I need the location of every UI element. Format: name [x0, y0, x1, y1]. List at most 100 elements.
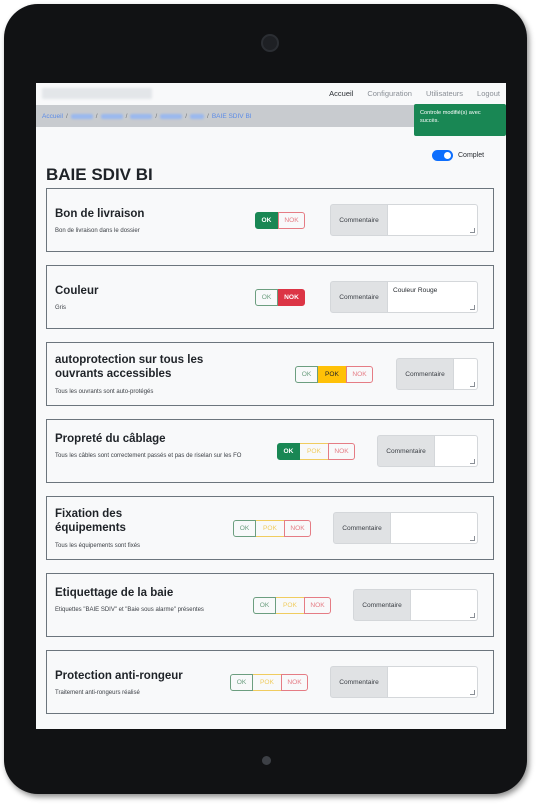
- status-button-group: OK NOK: [255, 289, 305, 306]
- resize-handle-icon[interactable]: [470, 305, 475, 310]
- breadcrumb-item-current: BAIE SDIV BI: [211, 112, 252, 120]
- switch-toggle[interactable]: [432, 150, 453, 161]
- success-toast: Controle modifié(s) avec succès.: [414, 104, 506, 136]
- check-title: autoprotection sur tous les ouvrants acc…: [55, 354, 204, 380]
- resize-handle-icon[interactable]: [470, 459, 475, 464]
- comment-textarea[interactable]: [411, 589, 478, 621]
- nok-button[interactable]: NOK: [284, 520, 311, 537]
- check-title: Protection anti-rongeur: [55, 670, 183, 682]
- comment-textarea[interactable]: [454, 358, 478, 390]
- status-button-group: OK NOK: [255, 212, 305, 229]
- ok-button[interactable]: OK: [295, 366, 318, 383]
- pok-button[interactable]: POK: [256, 520, 284, 537]
- check-title: Fixation des équipements: [55, 508, 126, 534]
- comment-label: Commentaire: [330, 666, 388, 698]
- nav-link-utilisateurs[interactable]: Utilisateurs: [426, 89, 463, 98]
- comment-field: Commentaire: [396, 358, 478, 390]
- check-card-bon-de-livraison: Bon de livraison Bon de livraison dans l…: [46, 188, 494, 252]
- ok-button[interactable]: OK: [255, 212, 278, 229]
- check-description: Traitement anti-rongeurs réalisé: [55, 690, 140, 696]
- breadcrumb-separator: /: [155, 112, 158, 120]
- comment-field: Commentaire: [377, 435, 478, 467]
- comment-field: Commentaire: [330, 204, 478, 236]
- pok-button[interactable]: POK: [253, 674, 281, 691]
- check-card-autoprotection: autoprotection sur tous les ouvrants acc…: [46, 342, 494, 406]
- ok-button[interactable]: OK: [230, 674, 253, 691]
- ok-button[interactable]: OK: [253, 597, 276, 614]
- comment-label: Commentaire: [330, 204, 388, 236]
- comment-textarea[interactable]: [388, 204, 478, 236]
- pok-button[interactable]: POK: [276, 597, 304, 614]
- comment-label: Commentaire: [396, 358, 454, 390]
- nok-button[interactable]: NOK: [346, 366, 373, 383]
- comment-field: Commentaire: [353, 589, 478, 621]
- resize-handle-icon[interactable]: [470, 228, 475, 233]
- complete-switch[interactable]: Complet: [432, 150, 484, 161]
- nav-link-configuration[interactable]: Configuration: [367, 89, 412, 98]
- tablet-frame: Accueil Configuration Utilisateurs Logou…: [4, 4, 527, 794]
- check-title: Couleur: [55, 285, 99, 297]
- nav-link-logout[interactable]: Logout: [477, 89, 500, 98]
- navbar: Accueil Configuration Utilisateurs Logou…: [36, 83, 506, 105]
- breadcrumb-item-redacted[interactable]: [160, 113, 183, 119]
- breadcrumb-separator: /: [65, 112, 68, 120]
- resize-handle-icon[interactable]: [470, 382, 475, 387]
- status-button-group: OK POK NOK: [277, 443, 355, 460]
- breadcrumb-item-redacted[interactable]: [190, 113, 205, 119]
- nok-button[interactable]: NOK: [278, 289, 305, 306]
- comment-textarea[interactable]: Couleur Rouge: [388, 281, 478, 313]
- brand-logo[interactable]: [42, 88, 152, 99]
- comment-label: Commentaire: [330, 281, 388, 313]
- comment-textarea[interactable]: [391, 512, 478, 544]
- breadcrumb-item-redacted[interactable]: [70, 113, 93, 119]
- comment-label: Commentaire: [353, 589, 411, 621]
- status-button-group: OK POK NOK: [233, 520, 311, 537]
- check-card-protection-anti-rongeur: Protection anti-rongeur Traitement anti-…: [46, 650, 494, 714]
- pok-button[interactable]: POK: [300, 443, 328, 460]
- nok-button[interactable]: NOK: [278, 212, 305, 229]
- ok-button[interactable]: OK: [233, 520, 256, 537]
- resize-handle-icon[interactable]: [470, 613, 475, 618]
- pok-button[interactable]: POK: [318, 366, 346, 383]
- page-title: BAIE SDIV BI: [46, 165, 153, 184]
- nav-link-accueil[interactable]: Accueil: [329, 89, 353, 98]
- comment-field: Commentaire: [333, 512, 478, 544]
- status-button-group: OK POK NOK: [230, 674, 308, 691]
- home-button[interactable]: [262, 756, 271, 765]
- nok-button[interactable]: NOK: [328, 443, 355, 460]
- check-card-fixation-equipements: Fixation des équipements Tous les équipe…: [46, 496, 494, 560]
- comment-label: Commentaire: [333, 512, 391, 544]
- comment-textarea[interactable]: [388, 666, 478, 698]
- check-title: Bon de livraison: [55, 208, 145, 220]
- comment-label: Commentaire: [377, 435, 435, 467]
- switch-knob: [444, 152, 451, 159]
- nok-button[interactable]: NOK: [281, 674, 308, 691]
- check-description: Tous les câbles sont correctement passés…: [55, 453, 242, 459]
- check-description: Tous les ouvrants sont auto-protégés: [55, 389, 154, 395]
- breadcrumb-separator: /: [185, 112, 188, 120]
- resize-handle-icon[interactable]: [470, 536, 475, 541]
- status-button-group: OK POK NOK: [253, 597, 331, 614]
- ok-button[interactable]: OK: [277, 443, 300, 460]
- check-card-couleur: Couleur Gris OK NOK Commentaire Couleur …: [46, 265, 494, 329]
- breadcrumb-separator: /: [207, 112, 209, 120]
- check-description: Tous les équipements sont fixés: [55, 543, 141, 549]
- resize-handle-icon[interactable]: [470, 690, 475, 695]
- check-description: Bon de livraison dans le dossier: [55, 228, 140, 234]
- breadcrumb-separator: /: [95, 112, 98, 120]
- breadcrumb-item-redacted[interactable]: [100, 113, 123, 119]
- check-card-etiquettage-baie: Etiquettage de la baie Etiquettes "BAIE …: [46, 573, 494, 637]
- check-title: Propreté du câblage: [55, 433, 166, 445]
- status-button-group: OK POK NOK: [295, 366, 373, 383]
- check-description: Gris: [55, 305, 66, 311]
- app-screen: Accueil Configuration Utilisateurs Logou…: [36, 83, 506, 729]
- camera-icon: [261, 34, 279, 52]
- comment-field: Commentaire Couleur Rouge: [330, 281, 478, 313]
- check-card-proprete-cablage: Propreté du câblage Tous les câbles sont…: [46, 419, 494, 483]
- breadcrumb-item-redacted[interactable]: [130, 113, 153, 119]
- comment-textarea[interactable]: [435, 435, 478, 467]
- breadcrumb-item-accueil[interactable]: Accueil: [42, 113, 63, 120]
- ok-button[interactable]: OK: [255, 289, 278, 306]
- check-title: Etiquettage de la baie: [55, 587, 174, 599]
- nok-button[interactable]: NOK: [304, 597, 331, 614]
